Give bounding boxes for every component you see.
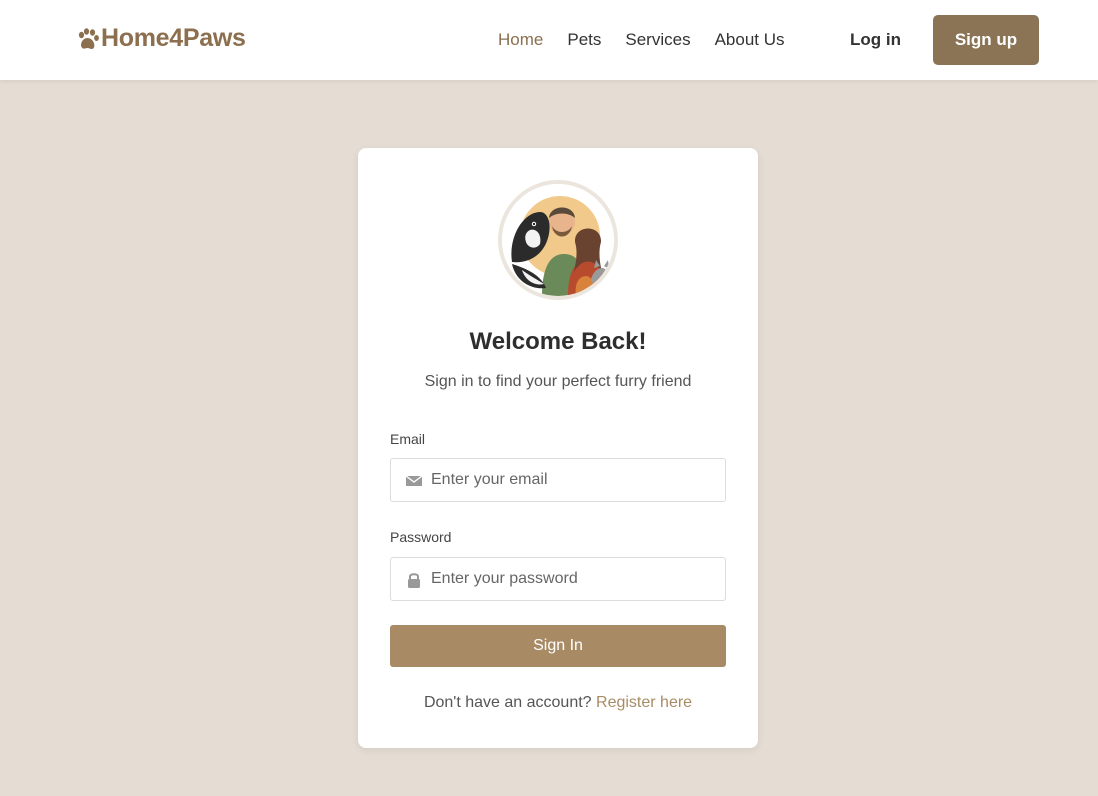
password-label: Password <box>390 529 452 545</box>
nav-home[interactable]: Home <box>498 30 543 50</box>
top-navbar: Home4Paws Home Pets Services About Us Lo… <box>0 0 1098 80</box>
sign-in-button[interactable]: Sign In <box>390 625 726 667</box>
envelope-icon <box>405 475 423 486</box>
nav-about-us[interactable]: About Us <box>715 30 785 50</box>
register-prompt: Don't have an account? Register here <box>358 694 758 712</box>
welcome-subtitle: Sign in to find your perfect furry frien… <box>424 373 692 390</box>
logo-text: Home4Paws <box>101 24 246 52</box>
lock-icon <box>408 573 420 588</box>
signup-button[interactable]: Sign up <box>933 15 1039 65</box>
email-field-wrapper <box>390 458 726 502</box>
nav-services[interactable]: Services <box>625 30 690 50</box>
main-nav: Home Pets Services About Us <box>498 30 809 50</box>
password-input[interactable] <box>431 558 721 600</box>
welcome-title: Welcome Back! <box>469 328 647 355</box>
nav-pets[interactable]: Pets <box>567 30 601 50</box>
login-card: Welcome Back! Sign in to find your perfe… <box>358 148 758 748</box>
login-link[interactable]: Log in <box>850 30 901 50</box>
logo-link[interactable]: Home4Paws <box>75 24 246 53</box>
register-prompt-text: Don't have an account? <box>423 694 592 711</box>
email-label: Email <box>390 431 426 447</box>
password-field-wrapper <box>390 557 726 601</box>
pet-family-illustration <box>498 180 618 300</box>
pet-family-image <box>502 184 614 296</box>
register-link[interactable]: Register here <box>596 694 692 711</box>
email-input[interactable] <box>431 459 721 501</box>
paw-icon <box>78 27 99 49</box>
